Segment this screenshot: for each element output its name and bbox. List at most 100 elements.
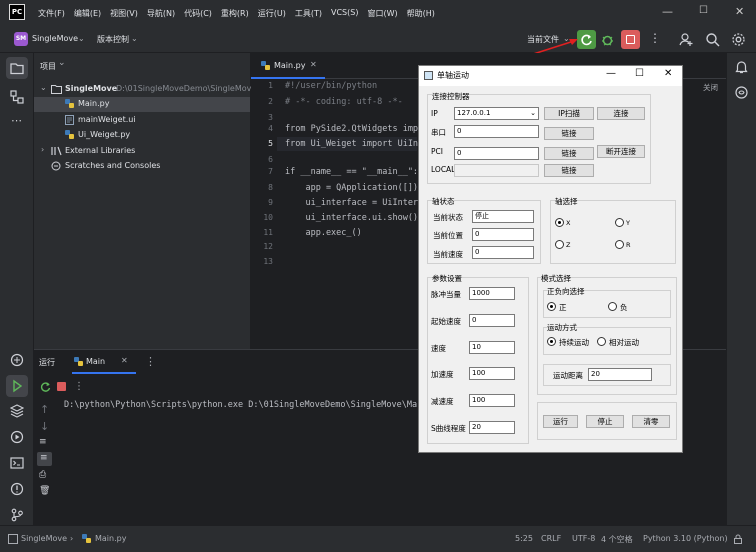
structure-icon[interactable] bbox=[10, 90, 24, 104]
continuous-motion-radio[interactable] bbox=[547, 337, 556, 346]
minimize-icon[interactable]: — bbox=[606, 68, 616, 79]
tree-root-singlemove[interactable]: ⌄ SingleMove D:\01SingleMoveDemo\SingleM… bbox=[34, 82, 256, 97]
problems-icon[interactable] bbox=[10, 482, 24, 496]
pci-link-button[interactable]: 链接 bbox=[544, 147, 594, 160]
add-user-icon[interactable] bbox=[679, 32, 694, 47]
editor-tab-main-py[interactable]: Main.py ✕ bbox=[251, 53, 325, 79]
menu-tools[interactable]: 工具(T) bbox=[295, 8, 322, 19]
start-speed-input[interactable]: 0 bbox=[469, 314, 515, 327]
notifications-bell-icon[interactable] bbox=[734, 59, 749, 74]
project-tool-button[interactable] bbox=[6, 57, 28, 79]
lock-icon[interactable] bbox=[733, 534, 743, 544]
tree-external-libraries[interactable]: › External Libraries bbox=[34, 144, 250, 159]
status-file[interactable]: Main.py bbox=[95, 534, 126, 543]
project-badge[interactable]: SM bbox=[14, 32, 28, 46]
relative-motion-radio[interactable] bbox=[597, 337, 606, 346]
services-icon[interactable] bbox=[10, 430, 24, 444]
chevron-down-icon[interactable]: ⌄ bbox=[131, 34, 138, 43]
expand-arrow-icon[interactable]: ⌄ bbox=[40, 83, 47, 92]
ai-assistant-icon[interactable] bbox=[734, 85, 749, 100]
tree-file-ui-weiget-py[interactable]: Ui_Weiget.py bbox=[34, 128, 250, 143]
project-name[interactable]: SingleMove bbox=[32, 34, 78, 43]
pulse-equivalent-input[interactable]: 1000 bbox=[469, 287, 515, 300]
debug-icon[interactable] bbox=[600, 32, 615, 47]
more-icon[interactable]: ⋮ bbox=[74, 381, 84, 392]
trash-icon[interactable]: 🗑 bbox=[39, 487, 50, 496]
clear-zero-button[interactable]: 清零 bbox=[632, 415, 670, 428]
file-encoding[interactable]: UTF-8 bbox=[572, 534, 595, 543]
direction-negative-radio[interactable] bbox=[608, 302, 617, 311]
terminal-icon[interactable] bbox=[10, 456, 24, 470]
maximize-icon[interactable]: ☐ bbox=[635, 68, 644, 79]
more-actions-icon[interactable]: ⋮ bbox=[649, 31, 661, 45]
search-icon[interactable] bbox=[705, 32, 720, 47]
tab-close-icon[interactable]: ✕ bbox=[310, 60, 317, 69]
cursor-position[interactable]: 5:25 bbox=[515, 534, 533, 543]
stop-motion-button[interactable]: 停止 bbox=[586, 415, 624, 428]
ip-address-select[interactable]: 127.0.0.1 ⌄ bbox=[454, 107, 539, 120]
run-tool-button[interactable] bbox=[6, 375, 28, 397]
scroll-down-icon[interactable]: ↓ bbox=[40, 421, 49, 432]
close-icon[interactable]: ✕ bbox=[735, 5, 744, 18]
speed-input[interactable]: 10 bbox=[469, 341, 515, 354]
axis-y-radio[interactable] bbox=[615, 218, 624, 227]
tree-scratches[interactable]: Scratches and Consoles bbox=[34, 159, 250, 174]
maximize-icon[interactable]: ☐ bbox=[699, 5, 708, 16]
expand-arrow-icon[interactable]: › bbox=[41, 145, 44, 154]
settings-gear-icon[interactable] bbox=[731, 32, 746, 47]
scroll-up-icon[interactable]: ↑ bbox=[40, 404, 49, 415]
ip-scan-button[interactable]: IP扫描 bbox=[544, 107, 594, 120]
line-separator[interactable]: CRLF bbox=[541, 534, 561, 543]
soft-wrap-icon[interactable]: ≡ bbox=[39, 438, 47, 447]
layers-icon[interactable] bbox=[10, 404, 24, 418]
pci-input[interactable]: 0 bbox=[454, 147, 539, 160]
scroll-to-end-button[interactable]: ≡ bbox=[37, 452, 52, 466]
tab-close-icon[interactable]: ✕ bbox=[121, 356, 128, 365]
menu-navigate[interactable]: 导航(N) bbox=[147, 8, 175, 19]
minimize-icon[interactable]: — bbox=[662, 5, 673, 18]
s-curve-input[interactable]: 20 bbox=[469, 421, 515, 434]
menu-run[interactable]: 运行(U) bbox=[258, 8, 286, 19]
run-tab-main[interactable]: Main ✕ bbox=[72, 350, 136, 374]
git-icon[interactable] bbox=[10, 508, 24, 522]
connect-button[interactable]: 连接 bbox=[597, 107, 645, 120]
menu-help[interactable]: 帮助(H) bbox=[407, 8, 435, 19]
chevron-down-icon[interactable]: ⌄ bbox=[78, 34, 85, 43]
axis-r-radio[interactable] bbox=[615, 240, 624, 249]
chevron-down-icon[interactable]: ⌄ bbox=[58, 58, 66, 68]
rerun-icon[interactable] bbox=[40, 381, 51, 392]
stop-button[interactable] bbox=[621, 30, 640, 49]
python-interpreter[interactable]: Python 3.10 (Python) bbox=[643, 534, 728, 543]
serial-link-button[interactable]: 链接 bbox=[544, 127, 594, 140]
local-input[interactable] bbox=[454, 164, 539, 177]
run-button[interactable]: 运行 bbox=[543, 415, 578, 428]
close-label[interactable]: 关闭 bbox=[703, 82, 718, 93]
acceleration-input[interactable]: 100 bbox=[469, 367, 515, 380]
direction-positive-radio[interactable] bbox=[547, 302, 556, 311]
axis-z-radio[interactable] bbox=[555, 240, 564, 249]
status-project[interactable]: SingleMove bbox=[21, 534, 67, 543]
menu-code[interactable]: 代码(C) bbox=[184, 8, 212, 19]
tree-file-mainweiget-ui[interactable]: mainWeiget.ui bbox=[34, 113, 250, 128]
axis-x-radio[interactable] bbox=[555, 218, 564, 227]
stop-icon[interactable] bbox=[57, 382, 66, 391]
indent-setting[interactable]: 4 个空格 bbox=[601, 534, 633, 545]
more-icon[interactable]: ⋮ bbox=[145, 355, 156, 368]
menu-window[interactable]: 窗口(W) bbox=[367, 8, 397, 19]
deceleration-input[interactable]: 100 bbox=[469, 394, 515, 407]
more-tools-icon[interactable]: ⋯ bbox=[11, 115, 22, 126]
serial-port-input[interactable]: 0 bbox=[454, 125, 539, 138]
distance-input[interactable]: 20 bbox=[588, 368, 652, 381]
disconnect-button[interactable]: 断开连接 bbox=[597, 145, 645, 158]
local-link-button[interactable]: 链接 bbox=[544, 164, 594, 177]
print-icon[interactable]: ⎙ bbox=[39, 471, 46, 480]
python-console-icon[interactable] bbox=[10, 353, 24, 367]
vcs-widget[interactable]: 版本控制 bbox=[97, 34, 129, 45]
menu-edit[interactable]: 编辑(E) bbox=[74, 8, 101, 19]
close-icon[interactable]: ✕ bbox=[664, 68, 672, 79]
menu-file[interactable]: 文件(F) bbox=[38, 8, 65, 19]
menu-vcs[interactable]: VCS(S) bbox=[331, 8, 358, 19]
tree-file-main-py[interactable]: Main.py bbox=[34, 97, 250, 112]
menu-view[interactable]: 视图(V) bbox=[110, 8, 138, 19]
menu-refactor[interactable]: 重构(R) bbox=[221, 8, 249, 19]
